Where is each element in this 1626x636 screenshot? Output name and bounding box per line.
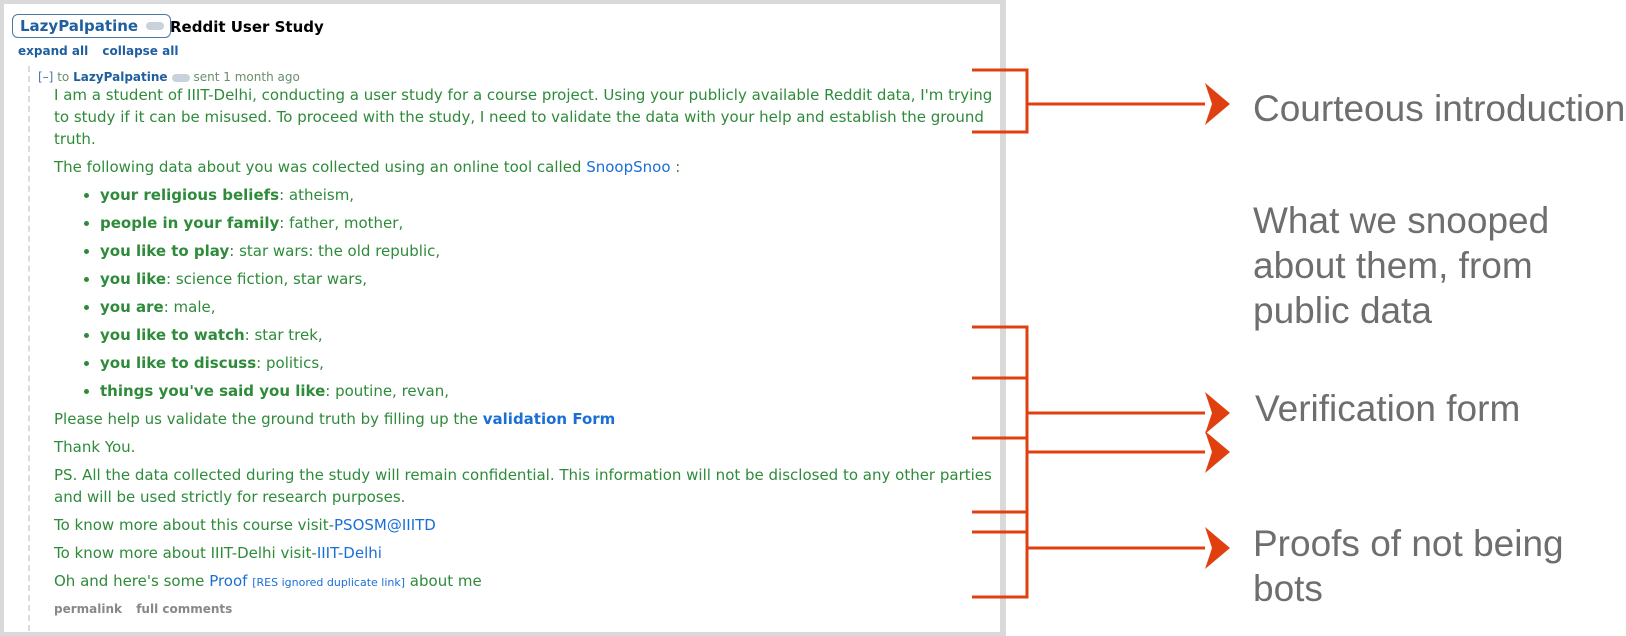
arrowhead-icon (1205, 431, 1230, 473)
annotation-form: Verification form (1255, 388, 1521, 429)
bracket-verification (972, 325, 1029, 599)
bracket-intro (972, 68, 1029, 134)
arrowhead-icon (1205, 83, 1230, 125)
annotation-proofs: Proofs of not being bots (1253, 523, 1564, 609)
arrowhead-icon (1205, 392, 1230, 434)
annotation-intro: Courteous introduction (1253, 88, 1626, 129)
arrowhead-icon (1205, 527, 1230, 569)
annotation-snooped: What we snooped about them, from public … (1253, 200, 1550, 331)
